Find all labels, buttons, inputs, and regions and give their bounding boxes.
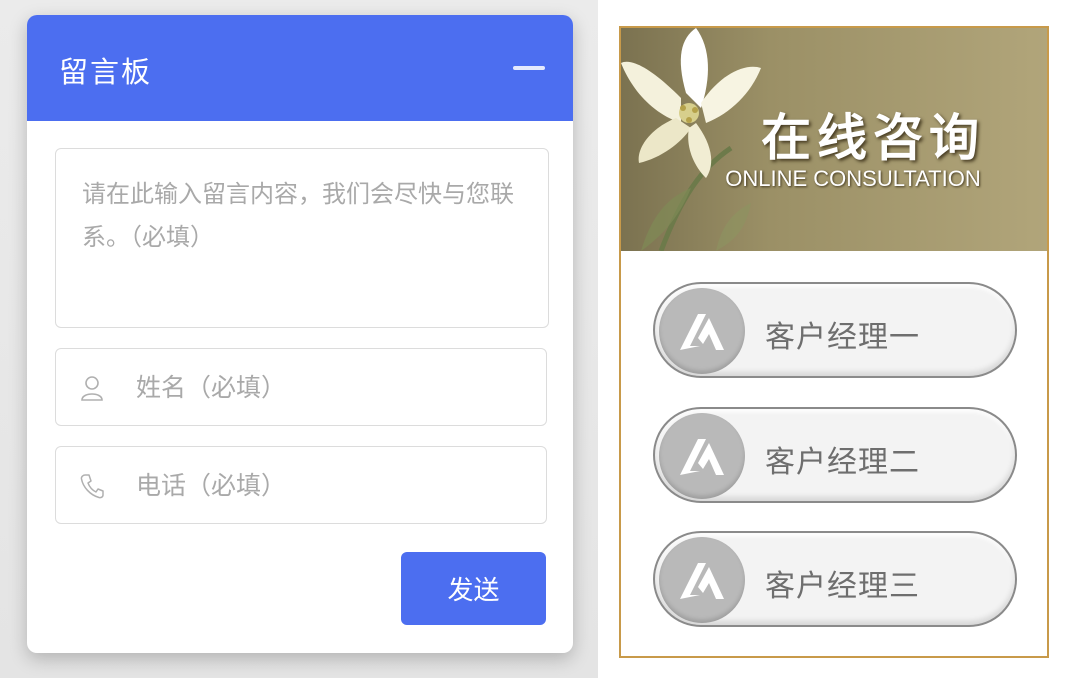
manager-label: 客户经理三 (765, 569, 920, 604)
user-icon (81, 376, 103, 401)
message-board-panel: 留言板 发送 (27, 15, 573, 653)
manager-avatar (659, 413, 745, 499)
minus-icon (513, 66, 545, 70)
consultation-subtitle: ONLINE CONSULTATION (725, 166, 981, 191)
chat-logo-icon (680, 439, 724, 475)
message-textarea[interactable] (55, 148, 549, 328)
chat-logo-icon (680, 563, 724, 599)
phone-input[interactable] (136, 457, 526, 513)
manager-avatar (659, 288, 745, 374)
online-consultation-panel: 在线咨询 ONLINE CONSULTATION 客户经理一 客户经理二 客户经… (619, 26, 1049, 658)
phone-field[interactable] (55, 446, 547, 524)
manager-button-2[interactable]: 客户经理二 (653, 407, 1017, 503)
name-input[interactable] (136, 359, 526, 415)
manager-label: 客户经理一 (765, 320, 920, 355)
phone-icon (80, 474, 104, 499)
consultation-title: 在线咨询 (761, 108, 985, 167)
manager-label: 客户经理二 (765, 445, 920, 480)
minimize-button[interactable] (511, 53, 547, 83)
message-board-header: 留言板 (27, 15, 573, 121)
name-field[interactable] (55, 348, 547, 426)
message-board-title: 留言板 (59, 55, 153, 89)
consultation-banner: 在线咨询 ONLINE CONSULTATION (621, 28, 1047, 251)
send-button[interactable]: 发送 (401, 552, 546, 625)
manager-button-1[interactable]: 客户经理一 (653, 282, 1017, 378)
manager-button-3[interactable]: 客户经理三 (653, 531, 1017, 627)
manager-avatar (659, 537, 745, 623)
chat-logo-icon (680, 314, 724, 350)
